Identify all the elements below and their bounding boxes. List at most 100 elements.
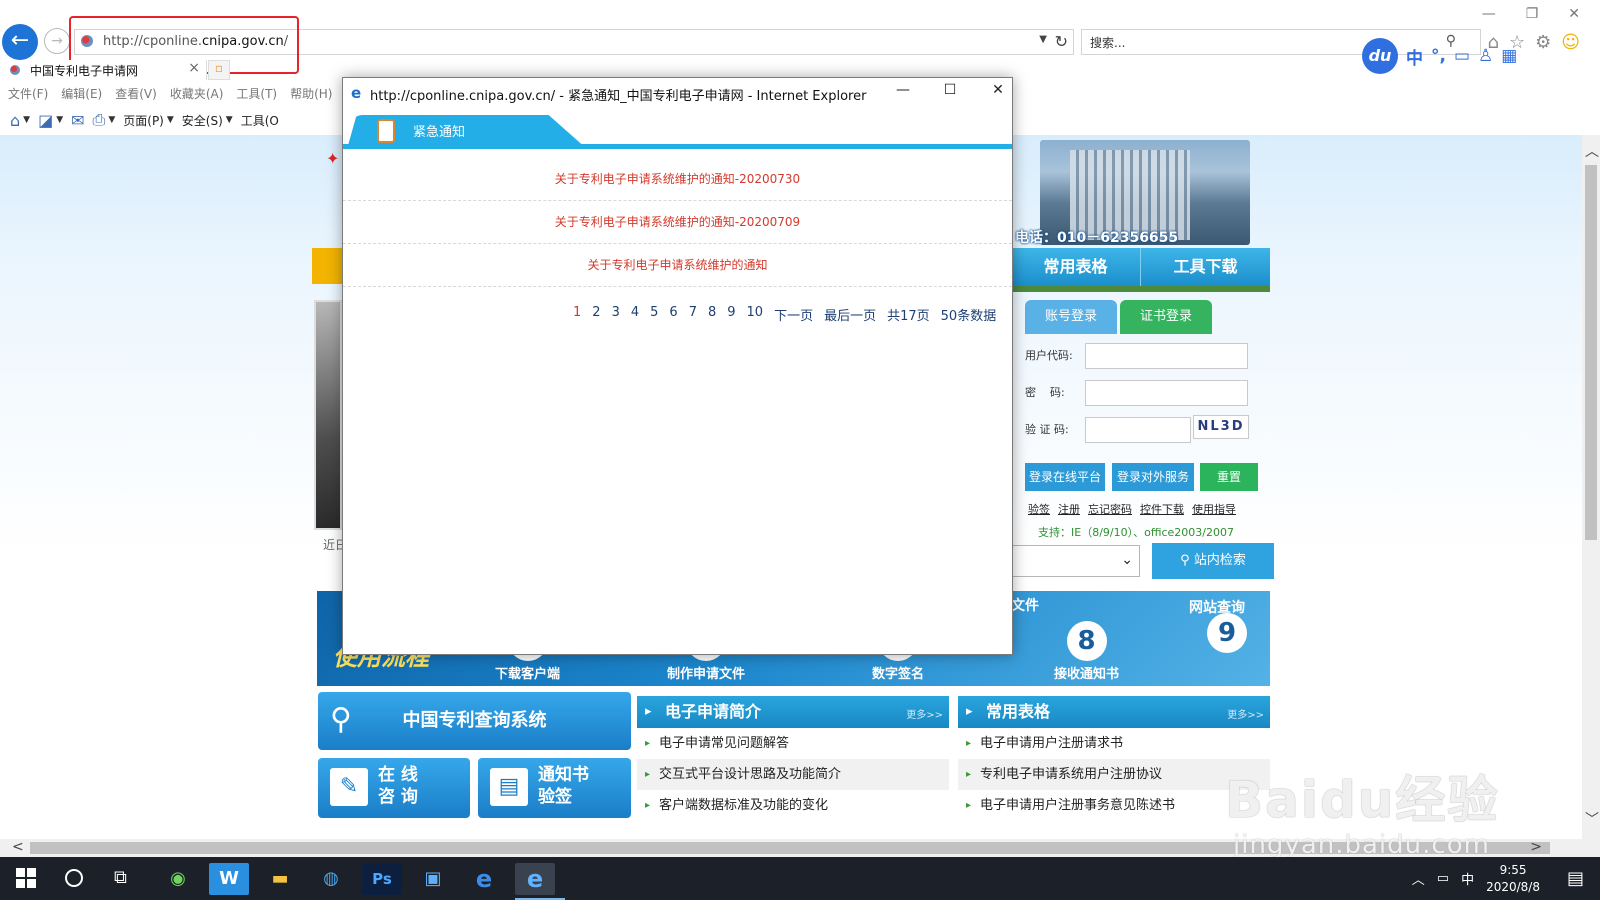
news-photo[interactable] bbox=[314, 300, 342, 530]
task-view-icon[interactable]: ⧉ bbox=[114, 867, 127, 888]
word-app-icon[interactable]: W bbox=[209, 863, 249, 895]
captcha-input[interactable] bbox=[1085, 417, 1191, 443]
page-link[interactable]: 5 bbox=[650, 305, 658, 324]
windows-start-icon[interactable] bbox=[16, 868, 36, 888]
page-link[interactable]: 7 bbox=[689, 305, 697, 324]
maximize-icon[interactable]: ☐ bbox=[935, 82, 965, 98]
scroll-down-icon[interactable]: ﹀ bbox=[1585, 809, 1599, 829]
scroll-thumb[interactable] bbox=[30, 842, 1550, 854]
link-control-download[interactable]: 控件下载 bbox=[1140, 501, 1184, 517]
link-user-guide[interactable]: 使用指导 bbox=[1192, 501, 1236, 517]
link-verify[interactable]: 验签 bbox=[1028, 501, 1050, 517]
list-item[interactable]: 交互式平台设计思路及功能简介 bbox=[637, 759, 949, 790]
restore-icon[interactable]: ❐ bbox=[1526, 6, 1539, 22]
tools-menu[interactable]: 工具(O bbox=[241, 112, 279, 129]
link-register[interactable]: 注册 bbox=[1058, 501, 1080, 517]
notice-header-line bbox=[343, 144, 1012, 149]
page-link[interactable]: 2 bbox=[592, 305, 600, 324]
globe-app-icon[interactable]: ◍ bbox=[311, 863, 351, 895]
print-command[interactable]: ⎙ ▼ bbox=[93, 110, 116, 130]
forward-arrow-icon[interactable]: → bbox=[44, 28, 70, 54]
safety-menu[interactable]: 安全(S) ▼ bbox=[182, 112, 233, 129]
edge-icon[interactable]: e bbox=[464, 863, 504, 895]
user-code-input[interactable] bbox=[1085, 343, 1248, 369]
scroll-right-icon[interactable]: > bbox=[1530, 839, 1542, 855]
notice-link[interactable]: 关于专利电子申请系统维护的通知 bbox=[343, 244, 1012, 287]
browser-360-icon[interactable]: ◉ bbox=[158, 863, 198, 895]
minimize-icon[interactable]: — bbox=[888, 82, 918, 98]
page-link[interactable]: 3 bbox=[612, 305, 620, 324]
minimize-icon[interactable]: — bbox=[1482, 6, 1496, 22]
site-search-button[interactable]: ⚲ 站内检索 bbox=[1152, 543, 1274, 579]
search-input[interactable]: 搜索... bbox=[1090, 34, 1125, 51]
login-external-button[interactable]: 登录对外服务 bbox=[1112, 463, 1194, 491]
tab-close-icon[interactable]: × bbox=[188, 60, 200, 76]
vertical-scrollbar[interactable]: ︿ ﹀ bbox=[1582, 135, 1600, 839]
smiley-feedback-icon[interactable]: ☺ bbox=[1561, 32, 1580, 53]
list-item[interactable]: 电子申请常见问题解答 bbox=[637, 728, 949, 759]
feeds-command[interactable]: ◪ ▼ bbox=[38, 111, 63, 130]
notice-link[interactable]: 关于专利电子申请系统维护的通知-20200709 bbox=[343, 201, 1012, 244]
new-tab-button[interactable]: ▫ bbox=[208, 60, 230, 80]
page-link[interactable]: 4 bbox=[631, 305, 639, 324]
cortana-search-icon[interactable] bbox=[65, 869, 83, 887]
notice-verify-button[interactable]: ▤ 通知书 验签 bbox=[478, 758, 631, 818]
address-dropdown-icon[interactable]: ▼ bbox=[1039, 34, 1047, 45]
password-input[interactable] bbox=[1085, 380, 1248, 406]
tab-account-login[interactable]: 账号登录 bbox=[1025, 300, 1117, 334]
menu-edit[interactable]: 编辑(E) bbox=[61, 83, 102, 105]
page-link[interactable]: 6 bbox=[669, 305, 677, 324]
captcha-image[interactable]: NL3D bbox=[1193, 415, 1249, 439]
scroll-up-icon[interactable]: ︿ bbox=[1585, 141, 1599, 161]
gear-icon[interactable]: ⚙ bbox=[1535, 32, 1551, 53]
back-arrow-icon[interactable]: ← bbox=[2, 24, 38, 60]
mail-command[interactable]: ✉ bbox=[71, 111, 84, 130]
menu-tools[interactable]: 工具(T) bbox=[236, 83, 277, 105]
tab-certificate-login[interactable]: 证书登录 bbox=[1120, 300, 1212, 334]
notice-link[interactable]: 关于专利电子申请系统维护的通知-20200730 bbox=[343, 158, 1012, 201]
clock[interactable]: 9:55 2020/8/8 bbox=[1486, 862, 1540, 896]
horizontal-scrollbar[interactable]: < > bbox=[0, 839, 1582, 857]
file-explorer-icon[interactable]: ▬ bbox=[260, 863, 300, 895]
menu-file[interactable]: 文件(F) bbox=[8, 83, 48, 105]
page-link[interactable]: 9 bbox=[727, 305, 735, 324]
nav-tool-download[interactable]: 工具下载 bbox=[1140, 248, 1270, 286]
patent-query-system-button[interactable]: ⚲ 中国专利查询系统 bbox=[318, 692, 631, 750]
internet-explorer-icon[interactable]: e bbox=[515, 863, 555, 895]
menu-help[interactable]: 帮助(H) bbox=[290, 83, 332, 105]
search-scope-select[interactable]: ⌄ bbox=[1010, 545, 1140, 577]
nav-common-forms[interactable]: 常用表格 bbox=[1010, 248, 1140, 286]
tray-expand-icon[interactable]: ︿ bbox=[1412, 869, 1425, 888]
photos-app-icon[interactable]: ▣ bbox=[413, 863, 453, 895]
popup-window-title: http://cponline.cnipa.gov.cn/ - 紧急通知_中国专… bbox=[370, 89, 867, 104]
intro-column-header: 电子申请简介 更多>> bbox=[637, 696, 949, 728]
network-icon[interactable]: ▭ bbox=[1437, 871, 1449, 886]
login-online-button[interactable]: 登录在线平台 bbox=[1025, 463, 1105, 491]
action-center-icon[interactable]: ▤ bbox=[1567, 868, 1584, 889]
next-page-link[interactable]: 下一页 bbox=[774, 305, 813, 324]
photoshop-icon[interactable]: Ps bbox=[362, 863, 402, 895]
input-language[interactable]: 中 bbox=[1461, 869, 1474, 888]
list-item[interactable]: 专利电子申请系统用户注册协议 bbox=[958, 759, 1270, 790]
refresh-icon[interactable]: ↻ bbox=[1055, 32, 1068, 51]
tab-active[interactable]: 中国专利电子申请网 × bbox=[2, 60, 207, 80]
popup-titlebar[interactable]: e http://cponline.cnipa.gov.cn/ - 紧急通知_中… bbox=[343, 78, 1012, 108]
list-item[interactable]: 电子申请用户注册事务意见陈述书 bbox=[958, 790, 1270, 821]
menu-favorites[interactable]: 收藏夹(A) bbox=[170, 83, 224, 105]
page-link-current[interactable]: 1 bbox=[573, 305, 581, 324]
last-page-link[interactable]: 最后一页 bbox=[824, 305, 876, 324]
list-item[interactable]: 客户端数据标准及功能的变化 bbox=[637, 790, 949, 821]
page-menu[interactable]: 页面(P) ▼ bbox=[123, 112, 174, 129]
scroll-thumb[interactable] bbox=[1585, 165, 1597, 540]
reset-button[interactable]: 重置 bbox=[1200, 463, 1258, 491]
home-command[interactable]: ⌂ ▼ bbox=[10, 111, 30, 130]
list-item[interactable]: 电子申请用户注册请求书 bbox=[958, 728, 1270, 759]
online-consult-button[interactable]: ✎ 在 线咨 询 bbox=[318, 758, 470, 818]
page-link[interactable]: 10 bbox=[747, 305, 764, 324]
menu-view[interactable]: 查看(V) bbox=[115, 83, 157, 105]
page-link[interactable]: 8 bbox=[708, 305, 716, 324]
link-forgot-password[interactable]: 忘记密码 bbox=[1088, 501, 1132, 517]
close-icon[interactable]: ✕ bbox=[983, 82, 1013, 98]
close-icon[interactable]: ✕ bbox=[1568, 6, 1580, 22]
scroll-left-icon[interactable]: < bbox=[12, 839, 24, 855]
